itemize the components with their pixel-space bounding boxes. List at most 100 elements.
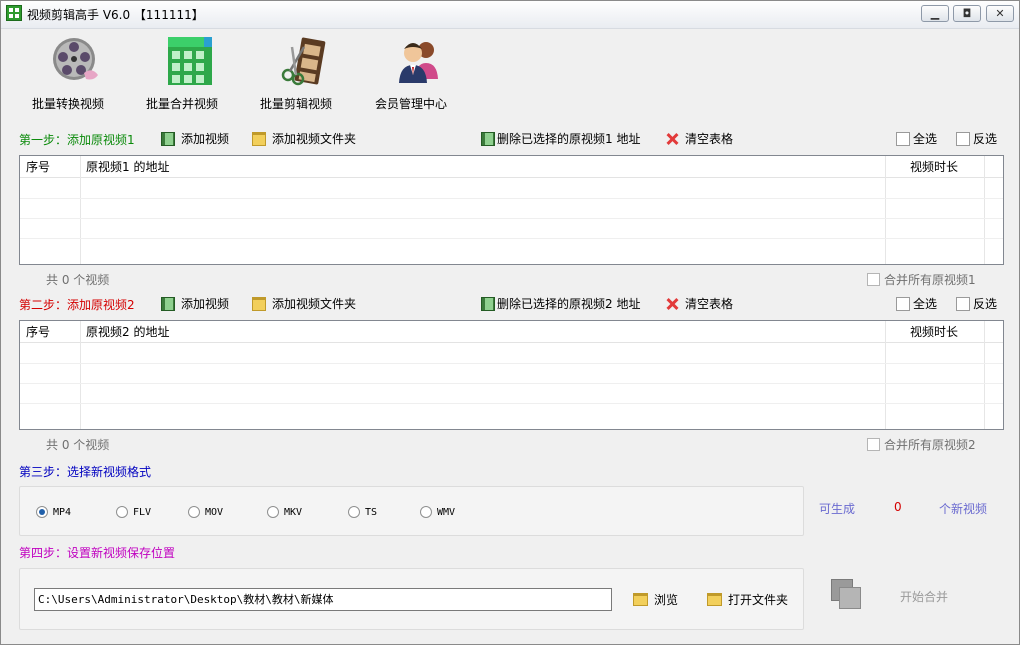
step4-label: 第四步：设置新视频保存位置	[19, 546, 176, 560]
start-merge-button[interactable]: 开始合并	[900, 588, 948, 605]
new-videos-label: 个新视频	[939, 502, 988, 516]
film-reel-icon	[53, 38, 98, 80]
radio-icon	[420, 506, 432, 518]
row-divider	[20, 238, 1003, 239]
maximize-button[interactable]: ◘	[953, 5, 981, 22]
column-divider	[885, 156, 886, 264]
step1-add-folder-label: 添加视频文件夹	[272, 132, 357, 146]
checkbox-icon	[867, 273, 880, 286]
folder-open-icon	[707, 593, 722, 606]
format-radio-wmv[interactable]: WMV	[420, 506, 455, 520]
window-title: 视频剪辑高手 V6.0 【111111】	[27, 8, 204, 22]
step1-add-video-button[interactable]: 添加视频	[161, 130, 229, 148]
toolbar-member-center[interactable]: 会员管理中心	[356, 35, 466, 113]
format-label: WMV	[437, 507, 456, 518]
column-divider	[80, 321, 81, 429]
step2-invert-select-label: 反选	[973, 297, 998, 311]
column-divider	[984, 156, 985, 264]
folder-search-icon	[633, 593, 648, 606]
close-button[interactable]: ✕	[986, 5, 1014, 22]
format-radio-mkv[interactable]: MKV	[267, 506, 302, 520]
app-window: 视频剪辑高手 V6.0 【111111】 ▁ ◘ ✕ 批量转换视频 批量合并视频…	[0, 0, 1020, 645]
step2-merge-all-label: 合并所有原视频2	[884, 438, 976, 452]
minimize-button[interactable]: ▁	[921, 5, 949, 22]
format-label: MP4	[53, 507, 72, 518]
open-folder-label: 打开文件夹	[728, 593, 789, 607]
step1-clear-table-button[interactable]: 清空表格	[665, 130, 733, 148]
toolbar-batch-merge-label: 批量合并视频	[145, 97, 218, 111]
step1-merge-all-checkbox[interactable]: 合并所有原视频1	[867, 271, 976, 288]
step2-delete-selected-button[interactable]: 删除已选择的原视频2 地址	[481, 295, 640, 313]
merge-grid-icon	[168, 37, 212, 85]
format-radio-flv[interactable]: FLV	[116, 506, 151, 520]
users-icon	[399, 42, 438, 83]
column-duration: 视频时长	[910, 160, 959, 174]
step2-select-all-label: 全选	[913, 297, 938, 311]
row-divider	[20, 403, 1003, 404]
step1-delete-selected-button[interactable]: 删除已选择的原视频1 地址	[481, 130, 640, 148]
step1-count: 共 0 个视频	[46, 273, 110, 287]
step2-add-folder-button[interactable]: 添加视频文件夹	[252, 295, 356, 313]
step1-select-all-button[interactable]: 全选	[896, 130, 937, 148]
clear-x-icon	[665, 132, 679, 146]
step2-add-video-label: 添加视频	[181, 297, 230, 311]
step2-invert-select-button[interactable]: 反选	[956, 295, 997, 313]
format-label: TS	[365, 507, 378, 518]
save-path-input[interactable]: C:\Users\Administrator\Desktop\教材\教材\新媒体	[34, 588, 612, 611]
step2-delete-selected-label: 删除已选择的原视频2 地址	[497, 297, 641, 311]
step2-clear-table-label: 清空表格	[685, 297, 734, 311]
film-add-icon	[161, 297, 175, 311]
step1-video-table[interactable]: 序号 原视频1 的地址 视频时长	[19, 155, 1004, 265]
step2-add-video-button[interactable]: 添加视频	[161, 295, 229, 313]
format-radio-ts[interactable]: TS	[348, 506, 377, 520]
column-index: 序号	[26, 160, 51, 174]
step1-add-folder-button[interactable]: 添加视频文件夹	[252, 130, 356, 148]
folder-add-icon	[252, 132, 266, 146]
step1-add-video-label: 添加视频	[181, 132, 230, 146]
generate-count: 0	[894, 500, 902, 514]
start-merge-icon	[831, 579, 861, 609]
checkbox-icon	[867, 438, 880, 451]
column-address: 原视频1 的地址	[86, 160, 170, 174]
step2-label: 第二步：添加原视频2	[19, 298, 135, 312]
column-divider	[885, 321, 886, 429]
column-address: 原视频2 的地址	[86, 325, 170, 339]
toolbar-batch-merge[interactable]: 批量合并视频	[127, 35, 237, 113]
format-radio-mov[interactable]: MOV	[188, 506, 223, 520]
toolbar-batch-convert[interactable]: 批量转换视频	[13, 35, 123, 113]
step1-delete-selected-label: 删除已选择的原视频1 地址	[497, 132, 641, 146]
toolbar-batch-edit-label: 批量剪辑视频	[259, 97, 332, 111]
step1-merge-all-label: 合并所有原视频1	[884, 273, 976, 287]
folder-add-icon	[252, 297, 266, 311]
format-label: MKV	[284, 507, 303, 518]
row-divider	[20, 383, 1003, 384]
step1-table-header: 序号 原视频1 的地址 视频时长	[20, 156, 1003, 178]
step2-select-all-button[interactable]: 全选	[896, 295, 937, 313]
film-scissors-icon	[281, 37, 326, 86]
can-generate-label: 可生成	[819, 502, 856, 516]
step2-video-table[interactable]: 序号 原视频2 的地址 视频时长	[19, 320, 1004, 430]
step2-merge-all-checkbox[interactable]: 合并所有原视频2	[867, 436, 976, 453]
toolbar-batch-edit[interactable]: 批量剪辑视频	[241, 35, 351, 113]
select-all-icon	[896, 297, 910, 311]
radio-icon	[116, 506, 128, 518]
film-add-icon	[161, 132, 175, 146]
app-logo-icon	[6, 5, 22, 21]
step1-clear-table-label: 清空表格	[685, 132, 734, 146]
open-folder-button[interactable]: 打开文件夹	[707, 590, 788, 610]
title-bar: 视频剪辑高手 V6.0 【111111】 ▁ ◘ ✕	[1, 1, 1019, 29]
format-radio-mp4[interactable]: MP4	[36, 506, 71, 520]
step1-invert-select-button[interactable]: 反选	[956, 130, 997, 148]
film-delete-icon	[481, 297, 495, 311]
select-all-icon	[896, 132, 910, 146]
step2-clear-table-button[interactable]: 清空表格	[665, 295, 733, 313]
step3-label: 第三步：选择新视频格式	[19, 465, 152, 479]
toolbar-batch-convert-label: 批量转换视频	[31, 97, 104, 111]
browse-button[interactable]: 浏览	[633, 590, 678, 610]
step2-count: 共 0 个视频	[46, 438, 110, 452]
radio-icon	[188, 506, 200, 518]
row-divider	[20, 363, 1003, 364]
step1-label: 第一步：添加原视频1	[19, 133, 135, 147]
format-label: FLV	[133, 507, 152, 518]
invert-select-icon	[956, 297, 970, 311]
